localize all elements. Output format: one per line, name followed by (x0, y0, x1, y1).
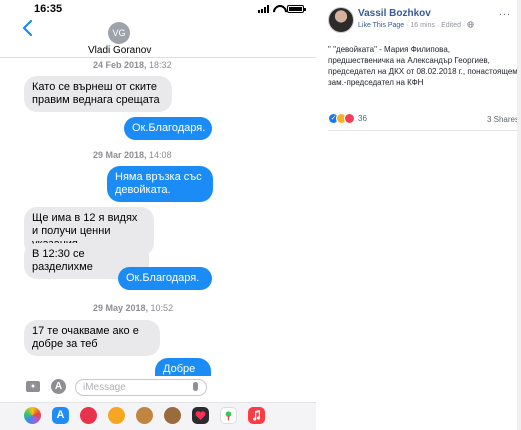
status-time: 16:35 (34, 3, 63, 15)
post-text: " "девойката" - Мария Филипова, предшест… (328, 45, 518, 87)
battery-icon (287, 5, 306, 13)
mic-icon[interactable] (193, 382, 198, 391)
globe-icon (467, 21, 474, 28)
appstore-icon[interactable]: A (51, 379, 66, 394)
post-meta: Like This Page · 16 mins · Edited · (358, 21, 474, 29)
maps-app-icon[interactable] (220, 407, 237, 424)
camera-icon[interactable] (26, 381, 40, 392)
signal-icon (258, 5, 269, 13)
monkey-app-icon[interactable] (164, 407, 181, 424)
facebook-post: Vassil Bozhkov Like This Page · 16 mins … (316, 0, 521, 430)
back-chevron-icon[interactable] (22, 20, 34, 36)
appstore-app-icon[interactable]: A (52, 407, 69, 424)
message-bubble-outgoing: Ок.Благодаря. (124, 117, 212, 140)
music-app-icon[interactable] (248, 407, 265, 424)
message-input[interactable]: iMessage (75, 379, 207, 396)
reaction-count: 36 (358, 114, 367, 123)
angry-reaction-icon (344, 113, 355, 124)
date-stamp: 24 Feb 2018, 18:32 (93, 60, 172, 70)
message-bubble-incoming: Като се върнеш от ските правим веднага с… (24, 76, 172, 112)
wifi-icon (273, 5, 283, 13)
app-tray: A (0, 402, 316, 430)
page-name-link[interactable]: Vassil Bozhkov (358, 8, 431, 19)
message-input-bar: A iMessage (0, 376, 316, 402)
post-divider (328, 130, 518, 131)
post-time-edited: · 16 mins · Edited · (404, 22, 468, 29)
heart-app-icon[interactable] (192, 407, 209, 424)
page-avatar[interactable] (328, 7, 354, 33)
scrollbar[interactable] (517, 0, 521, 430)
status-icons (258, 5, 306, 13)
date-stamp: 29 Mar 2018, 14:08 (93, 150, 172, 160)
search-images-app-icon[interactable] (80, 407, 97, 424)
chevron-right-icon[interactable]: > (147, 46, 152, 55)
reactions-summary[interactable]: ✓ 36 (328, 113, 367, 124)
message-bubble-incoming: 17 те очакваме ако е добре за теб (24, 320, 160, 356)
date-stamp: 29 May 2018, 10:52 (93, 303, 174, 313)
contact-avatar[interactable]: VG (108, 22, 130, 44)
like-page-link[interactable]: Like This Page (358, 22, 404, 29)
memoji-app-icon[interactable] (136, 407, 153, 424)
photos-app-icon[interactable] (24, 407, 41, 424)
imessage-screenshot: 16:35 VG Vladi Goranov > 24 Feb 2018, 18… (0, 0, 316, 430)
contact-name[interactable]: Vladi Goranov (88, 45, 168, 56)
animoji-app-icon[interactable] (108, 407, 125, 424)
shares-count[interactable]: 3 Shares (487, 115, 519, 124)
more-options-icon[interactable]: ... (499, 6, 511, 18)
status-bar: 16:35 (0, 0, 316, 18)
message-bubble-outgoing: Няма връзка със девойката. (107, 166, 213, 202)
message-bubble-outgoing: Ок.Благодаря. (118, 267, 212, 290)
header-divider (0, 57, 316, 58)
